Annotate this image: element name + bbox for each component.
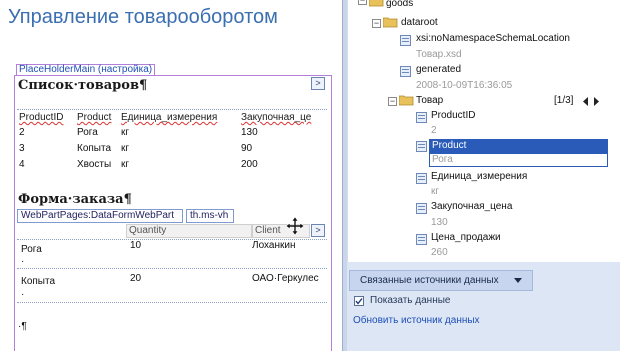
order-product: Рога xyxy=(21,244,42,255)
order-quantity: 10 xyxy=(130,240,142,251)
tree-node-value: 260 xyxy=(431,247,448,258)
tree-node-tovar[interactable]: Товар xyxy=(416,94,443,110)
table-cell: Копыта xyxy=(77,143,112,154)
tree-node-value: Рога xyxy=(432,154,453,165)
field-icon xyxy=(416,234,427,245)
order-bullet: · xyxy=(21,256,25,267)
tree-node-goods[interactable]: goods xyxy=(386,0,413,13)
list-heading: Список·товаров¶ xyxy=(18,78,148,93)
tree-node-value: 130 xyxy=(431,217,448,228)
column-header[interactable]: Единица_измерения xyxy=(121,112,217,123)
attribute-icon xyxy=(400,35,411,46)
column-header[interactable]: Закупочная_це xyxy=(241,112,311,123)
field-icon xyxy=(416,141,427,152)
table-divider xyxy=(17,109,327,110)
table-cell: 200 xyxy=(241,159,258,170)
table-cell: 4 xyxy=(19,159,25,170)
checkbox-checked-icon[interactable] xyxy=(354,296,364,306)
table-cell: кг xyxy=(121,143,130,154)
table-cell: Хвосты xyxy=(77,159,112,170)
collapse-icon[interactable]: − xyxy=(388,97,397,106)
show-data-label: Показать данные xyxy=(370,295,451,306)
field-icon xyxy=(416,203,427,214)
design-view[interactable]: Управление товарооборотом PlaceHolderMai… xyxy=(0,0,342,351)
element-tag[interactable]: th.ms-vh xyxy=(186,209,234,223)
tree-node-value: 2008-10-09T16:36:05 xyxy=(416,80,513,91)
tree-node-schema-location[interactable]: xsi:noNamespaceSchemaLocation xyxy=(416,32,570,48)
list-webpart-menu-button[interactable]: > xyxy=(311,77,325,90)
quantity-header[interactable]: Quantity xyxy=(126,224,252,238)
dropdown-arrow-icon xyxy=(514,278,522,283)
row-divider xyxy=(17,302,327,303)
refresh-data-source-link[interactable]: Обновить источник данных xyxy=(353,315,480,326)
order-product: Копыта xyxy=(21,276,56,287)
tree-node-field-selected[interactable]: Product xyxy=(432,139,466,155)
tree-node-field[interactable]: ProductID xyxy=(431,109,475,125)
table-cell: 3 xyxy=(19,143,25,154)
order-client: ОАО·Геркулес xyxy=(252,273,319,284)
tree-node-field[interactable]: Единица_измерения xyxy=(431,170,527,186)
order-heading: Форма·заказа¶ xyxy=(18,192,132,207)
tree-node-value: Товар.xsd xyxy=(416,49,462,60)
column-header[interactable]: ProductID xyxy=(19,112,63,123)
folder-open-icon xyxy=(369,0,384,7)
column-header[interactable]: Product xyxy=(77,112,111,123)
table-cell: 2 xyxy=(19,127,25,138)
table-cell: 130 xyxy=(241,127,258,138)
move-cursor-icon xyxy=(285,216,305,236)
collapse-icon[interactable]: − xyxy=(358,0,367,5)
page-title: Управление товарооборотом xyxy=(8,6,278,28)
order-bullet: · xyxy=(21,289,25,300)
record-pager: [1/3] xyxy=(554,95,574,106)
row-divider xyxy=(17,268,327,269)
related-sources-button[interactable]: Связанные источники данных xyxy=(349,270,533,291)
folder-open-icon xyxy=(399,95,414,106)
table-cell: кг xyxy=(121,159,130,170)
table-cell: 90 xyxy=(241,143,253,154)
webpart-tag[interactable]: WebPartPages:DataFormWebPart xyxy=(17,209,183,223)
sharepoint-designer-window: Управление товарооборотом PlaceHolderMai… xyxy=(0,0,620,351)
pager-arrows-icon[interactable] xyxy=(583,97,599,106)
folder-open-icon xyxy=(383,17,398,28)
field-icon xyxy=(416,112,427,123)
related-sources-label: Связанные источники данных xyxy=(360,275,499,286)
order-client: Лоханкин xyxy=(252,240,296,251)
tree-node-dataroot[interactable]: dataroot xyxy=(401,16,438,32)
collapse-icon[interactable]: − xyxy=(372,19,381,28)
order-quantity: 20 xyxy=(130,273,142,284)
paragraph-mark: ·¶ xyxy=(18,321,27,332)
tree-node-field[interactable]: Цена_продажи xyxy=(431,231,501,247)
order-webpart-menu-button[interactable]: > xyxy=(311,224,325,237)
tree-node-value: 2 xyxy=(431,125,437,136)
table-cell: кг xyxy=(121,127,130,138)
selected-node-value-box xyxy=(429,153,608,167)
tree-node-value: кг xyxy=(431,186,440,197)
field-icon xyxy=(416,173,427,184)
table-cell: Рога xyxy=(77,127,98,138)
tree-node-generated[interactable]: generated xyxy=(416,63,461,79)
tree-node-field[interactable]: Закупочная_цена xyxy=(431,200,512,216)
attribute-icon xyxy=(400,66,411,77)
